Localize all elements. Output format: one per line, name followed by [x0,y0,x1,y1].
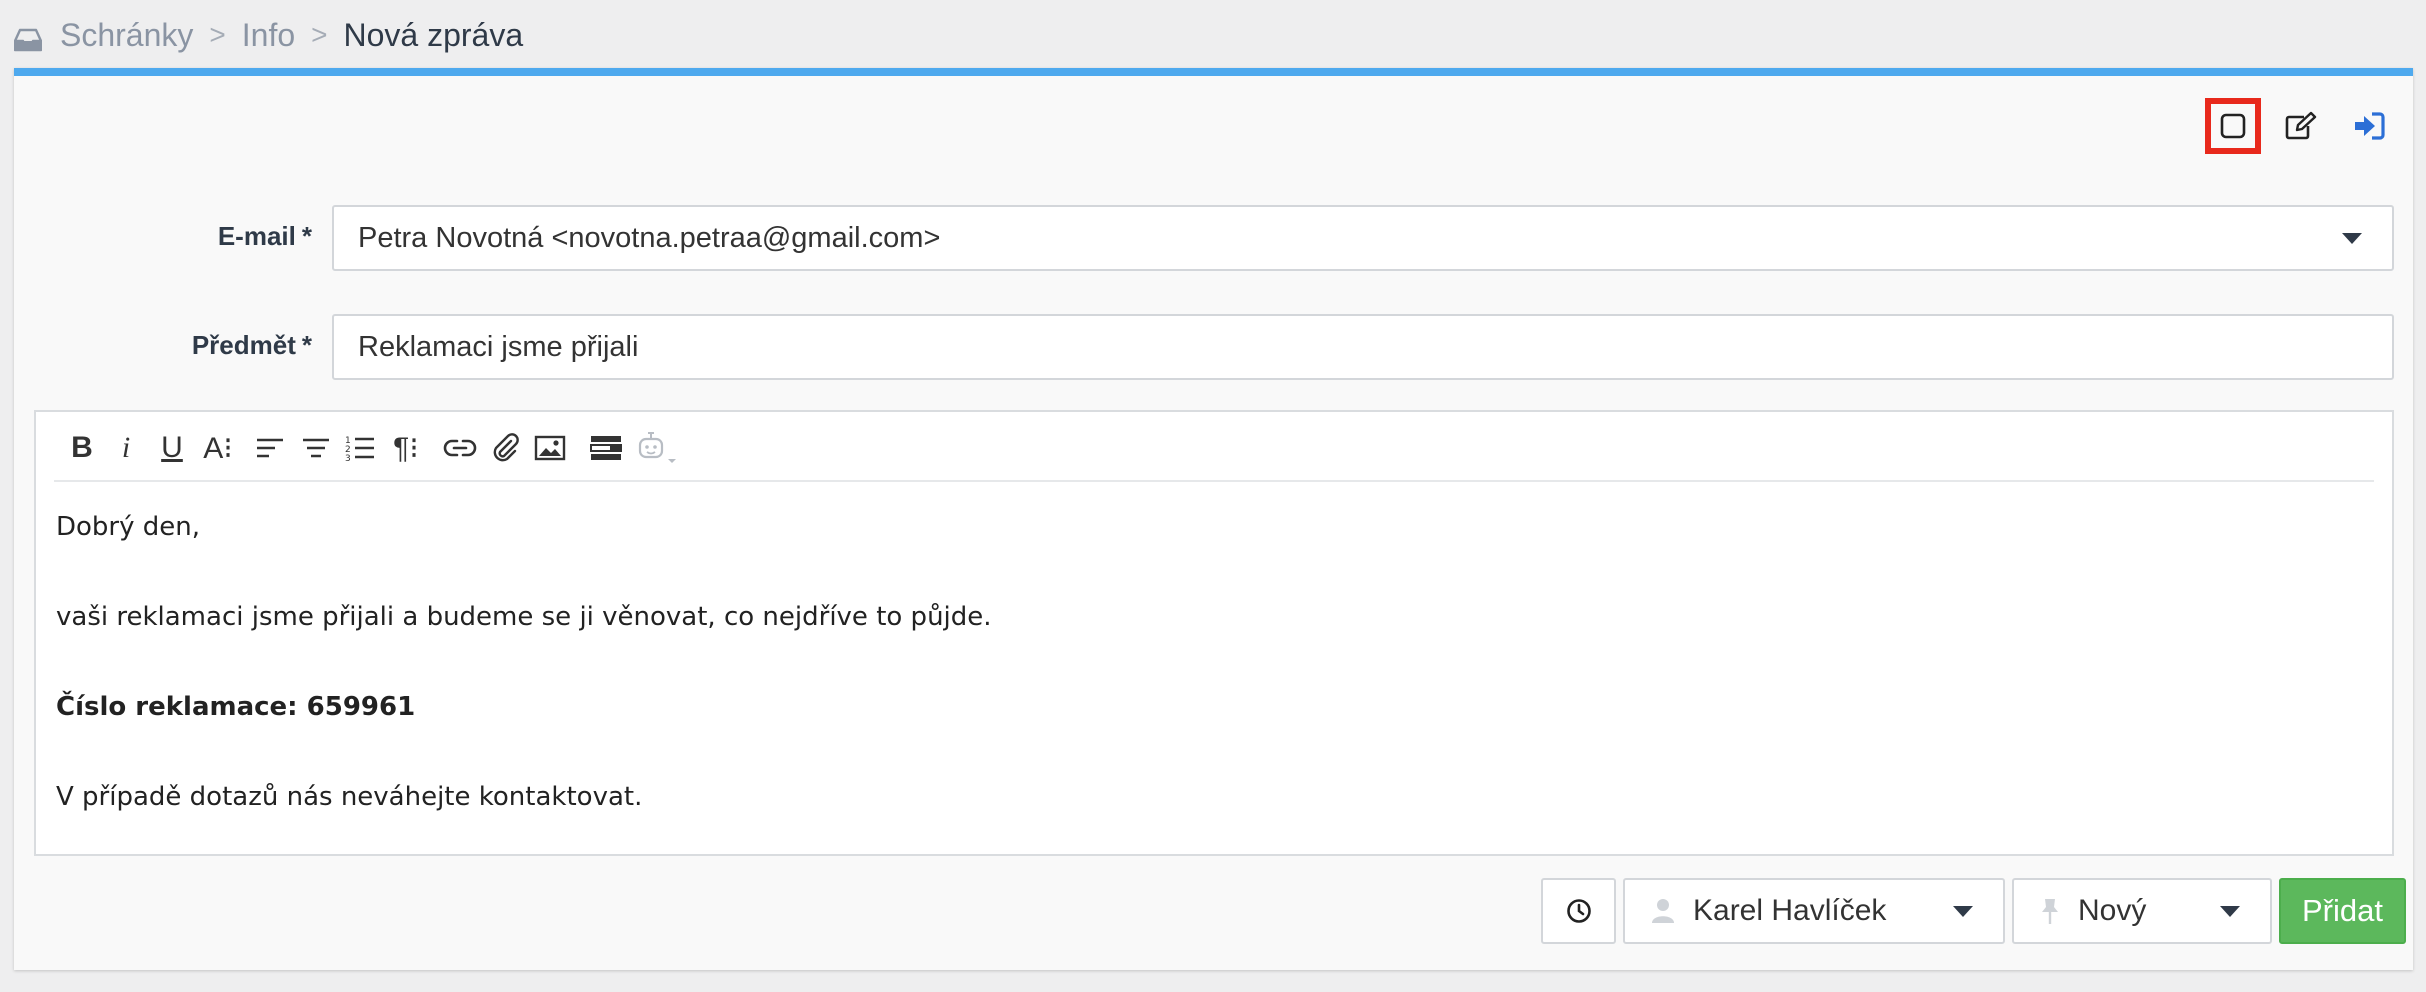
ordered-list-icon[interactable]: 1 2 3 [340,428,380,468]
submit-button[interactable]: Přidat [2279,878,2406,944]
svg-text:3: 3 [345,454,351,462]
subject-row: Předmět * [14,314,2413,380]
email-value: Petra Novotná <novotna.petraa@gmail.com> [358,221,941,254]
editor-paragraph: vaši reklamaci jsme přijali a budeme se … [56,602,992,632]
font-size-icon[interactable]: A⁝ [196,428,240,468]
breadcrumb: Schránky > Info > Nová zpráva [13,12,524,58]
align-left-icon[interactable] [250,428,290,468]
status-select[interactable]: Nový [2012,878,2272,944]
italic-icon[interactable]: i [106,428,146,468]
breadcrumb-info[interactable]: Info [242,17,295,54]
clock-icon [1566,899,1591,923]
breadcrumb-schranky[interactable]: Schránky [60,17,193,54]
paragraph-icon[interactable]: ¶⁝ [384,428,428,468]
edit-button[interactable] [2273,98,2329,154]
top-actions [2205,98,2397,154]
editor-paragraph-bold: Číslo reklamace: 659961 [56,692,416,722]
compose-card: E-mail * Petra Novotná <novotna.petraa@gm… [14,68,2413,970]
template-icon[interactable] [586,428,626,468]
square-button[interactable] [2205,98,2261,154]
underline-icon[interactable]: U [152,428,192,468]
message-editor: B i U A⁝ 1 2 3 ¶⁝ Dobrý den, vaši reklam… [34,410,2394,856]
image-icon[interactable] [530,428,570,468]
editor-toolbar: B i U A⁝ 1 2 3 ¶⁝ [54,412,2374,482]
subject-field [332,314,2394,380]
email-label: E-mail * [217,221,312,251]
align-center-icon[interactable] [296,428,336,468]
breadcrumb-current: Nová zpráva [343,16,524,53]
pin-icon [2042,899,2058,924]
bot-icon[interactable] [634,428,684,468]
user-icon [1652,899,1674,923]
subject-input[interactable] [358,316,2392,378]
breadcrumb-separator: > [311,19,328,50]
link-icon[interactable] [440,428,480,468]
editor-paragraph: Dobrý den, [56,512,201,542]
sign-in-icon [2355,112,2385,140]
assignee-select[interactable]: Karel Havlíček [1623,878,2005,944]
email-select[interactable]: Petra Novotná <novotna.petraa@gmail.com> [332,205,2394,271]
subject-label: Předmět * [191,330,312,360]
schedule-button[interactable] [1541,878,1616,944]
caret-down-icon [2342,233,2362,244]
email-row: E-mail * Petra Novotná <novotna.petraa@gm… [14,205,2413,271]
editor-content[interactable]: Dobrý den, vaši reklamaci jsme přijali a… [36,482,2392,854]
sign-in-button[interactable] [2341,98,2397,154]
compose-footer: Karel Havlíček Nový Přidat [14,878,2413,948]
bold-icon[interactable]: B [62,428,102,468]
square-icon [2220,113,2246,139]
breadcrumb-separator: > [209,19,226,50]
caret-down-icon [1953,906,1973,917]
edit-icon [2285,111,2317,140]
caret-down-icon [2220,906,2240,917]
inbox-icon [13,23,43,52]
assignee-value: Karel Havlíček [1693,894,1887,927]
attachment-icon[interactable] [486,428,526,468]
status-value: Nový [2078,894,2147,927]
editor-paragraph: V případě dotazů nás neváhejte kontaktov… [56,782,643,812]
